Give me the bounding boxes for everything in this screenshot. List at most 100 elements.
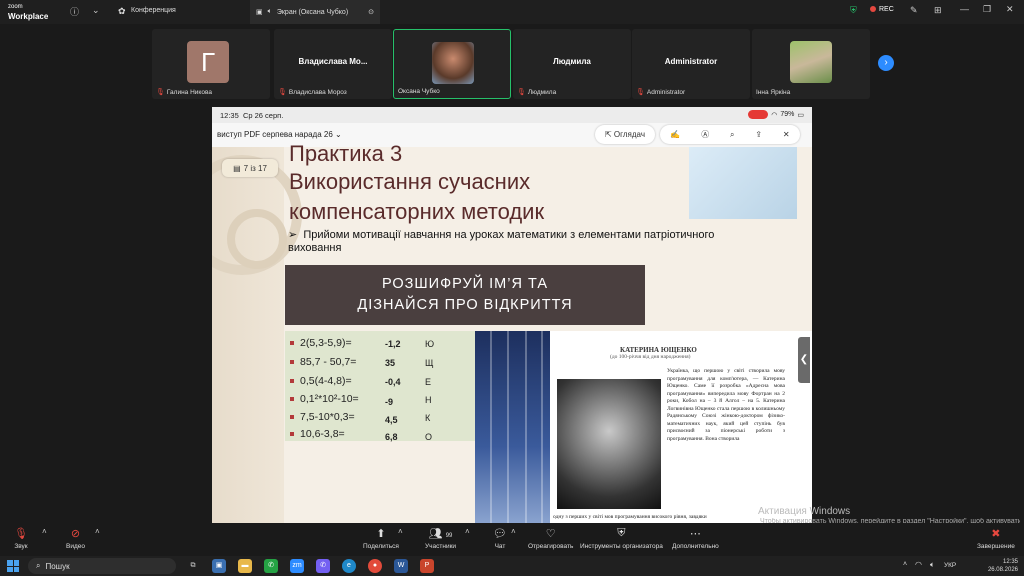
video-button[interactable]: ⊘ Видео xyxy=(66,527,85,550)
open-icon: ⇱ xyxy=(604,130,612,139)
slide: ▤ 7 із 17 Практика 3 Використання сучасни… xyxy=(212,141,812,523)
search-icon[interactable]: ⌕ xyxy=(730,130,734,140)
grid-icon[interactable]: ⊞ xyxy=(934,5,942,16)
info-icon[interactable]: ⓘ xyxy=(70,5,79,18)
taskbar-search[interactable]: ⌕ Пошук xyxy=(28,558,176,574)
chrome-icon[interactable]: ● xyxy=(368,559,382,573)
tray-chevron-icon[interactable]: ˄ xyxy=(903,561,907,568)
task-row: 85,7 - 50,7= xyxy=(290,356,356,368)
slide-bullet: ➢ Прийоми мотивації навчання на уроках м… xyxy=(288,229,758,255)
battery-level: 79% xyxy=(780,111,795,118)
share-button[interactable]: ⬆ Поделиться xyxy=(363,527,399,550)
task-row: 2(5,3-5,9)= xyxy=(290,337,352,349)
minimize-icon[interactable]: — xyxy=(960,4,969,14)
ipad-status-bar: 12:35 Ср 26 серп. ◠ 79% ▭ xyxy=(212,107,812,123)
task-view-icon[interactable]: ⧉ xyxy=(186,559,200,573)
participant-name: Галина Никова xyxy=(166,88,212,96)
page-number: 7 із 17 xyxy=(243,163,267,173)
clock[interactable]: 12:35 26.08.2026 xyxy=(988,558,1018,574)
viber-icon[interactable]: ✆ xyxy=(316,559,330,573)
share-icon[interactable]: ⇪ xyxy=(755,130,762,139)
participant-display-name: Administrator xyxy=(664,57,718,66)
participants-button[interactable]: 👥︎ 99 Участники xyxy=(425,527,456,550)
host-tools-button[interactable]: ⛨ Инструменты организатора xyxy=(580,527,663,550)
powerpoint-icon[interactable]: P xyxy=(420,559,434,573)
react-button[interactable]: ♡ Отреагировать xyxy=(528,527,573,550)
participant-display-name: Владислава Мо... xyxy=(298,57,368,66)
close-window-icon[interactable]: ✕ xyxy=(1006,4,1014,15)
screen-share-tab[interactable]: ▣ 🔈︎ Экран (Оксана Чубко) ⊙ xyxy=(250,0,380,24)
windows-start-icon[interactable] xyxy=(7,560,19,572)
slide-subtitle: Використання сучасних компенсаторних мет… xyxy=(289,169,545,224)
participant-tile-active[interactable]: Оксана Чубко xyxy=(393,29,511,99)
article-title: КАТЕРИНА ЮЩЕНКО xyxy=(620,346,697,354)
next-page-button[interactable]: › xyxy=(878,55,894,71)
page-indicator[interactable]: ▤ 7 із 17 xyxy=(222,159,278,177)
article-text: Українка, що першою у світі створила мов… xyxy=(667,368,785,442)
chevron-down-icon[interactable]: ⌄ xyxy=(92,5,100,16)
annotate-icon[interactable]: Ⓐ xyxy=(701,129,709,140)
heart-icon: ♡ xyxy=(545,528,556,540)
task-letter: О xyxy=(425,432,433,442)
volume-icon[interactable]: 🔈︎ xyxy=(930,560,935,570)
participant-tile[interactable]: Владислава Мо... 🎙︎ Владислава Мороз xyxy=(274,29,392,99)
pages-icon: ▤ xyxy=(233,163,241,173)
banner-line: РОЗШИФРУЙ ІМ’Я ТА xyxy=(381,276,548,292)
avatar xyxy=(790,41,832,83)
chat-button[interactable]: 💬︎ Чат xyxy=(493,527,507,550)
chevron-up-icon[interactable]: ˄ xyxy=(465,527,470,536)
audio-button[interactable]: 🎙︎ Звук xyxy=(14,527,28,550)
share-tab-label: Экран (Оксана Чубко) xyxy=(276,8,349,16)
chevron-up-icon[interactable]: ˄ xyxy=(95,527,100,536)
word-icon[interactable]: W xyxy=(394,559,408,573)
task-answer: 6,8 xyxy=(385,432,398,442)
restore-icon[interactable]: ❐ xyxy=(983,4,991,15)
zoom-app-icon[interactable]: zm xyxy=(290,559,304,573)
camera-off-icon: ⊘ xyxy=(70,528,81,540)
mic-muted-icon: 🎙︎ xyxy=(278,89,287,96)
task-letter: Н xyxy=(425,395,432,405)
conference-label[interactable]: Конференция xyxy=(131,7,176,14)
record-pill-icon xyxy=(748,110,769,119)
language-indicator[interactable]: УКР xyxy=(944,562,956,569)
windows-taskbar: ⌕ Пошук ⧉ ▣ ▬ ✆ zm ✆ e ● W P ˄ ◠ 🔈︎ УКР 1… xyxy=(0,556,1024,576)
article-subtitle: (до 100-річчя від дня народження) xyxy=(610,354,691,360)
task-row: 0,5(4-4,8)= xyxy=(290,375,352,387)
participant-tile[interactable]: Administrator 🎙︎ Administrator xyxy=(632,29,750,99)
more-button[interactable]: ⋯ Дополнительно xyxy=(672,527,719,550)
participants-icon: 👥︎ 99 xyxy=(428,528,453,540)
mic-muted-icon: 🎙︎ xyxy=(14,528,28,540)
toolbar-pill: ✍ Ⓐ ⌕ ⇪ ✕ xyxy=(660,125,800,144)
app-icon[interactable]: ▣ xyxy=(212,559,226,573)
chevron-up-icon[interactable]: ˄ xyxy=(511,527,516,536)
article-text-bottom: одну з перших у світі мов програмування … xyxy=(553,514,707,520)
tools-icon[interactable]: ✎ xyxy=(910,5,918,16)
mic-muted-icon: 🎙︎ xyxy=(156,89,165,96)
wifi-icon[interactable]: ◠ xyxy=(915,560,922,569)
shield-icon: ⛨ xyxy=(617,527,626,539)
edge-icon[interactable]: e xyxy=(342,559,356,573)
viewer-button[interactable]: ⇱ Оглядач xyxy=(595,125,655,144)
recording-indicator[interactable]: REC xyxy=(870,6,894,13)
battery-icon: ▭ xyxy=(797,111,804,119)
whatsapp-icon[interactable]: ✆ xyxy=(264,559,278,573)
side-panel-handle[interactable]: ❮ xyxy=(798,337,810,383)
participant-tile[interactable]: Г 🎙︎ Галина Никова xyxy=(152,29,270,99)
zoom-titlebar: zoom Workplace ⓘ ⌄ ✿ Конференция ▣ 🔈︎ Эк… xyxy=(0,0,1024,24)
participant-name: Інна Яркіна xyxy=(756,89,791,96)
close-icon[interactable]: ✕ xyxy=(783,130,790,139)
task-answer: 4,5 xyxy=(385,415,398,425)
shield-icon[interactable]: ⛨ xyxy=(850,5,857,16)
document-title[interactable]: виступ PDF серпева нарада 26 ⌄ xyxy=(217,130,342,139)
task-row: 0,1²*10²-10= xyxy=(290,393,359,405)
chevron-up-icon[interactable]: ˄ xyxy=(398,527,403,536)
more-icon[interactable]: ⊙ xyxy=(368,8,374,16)
zoom-logo: zoom Workplace xyxy=(8,4,49,21)
speaker-icon: 🔈︎ xyxy=(267,8,272,15)
end-meeting-button[interactable]: ✖ Завершение xyxy=(977,527,1015,550)
chevron-up-icon[interactable]: ˄ xyxy=(42,527,47,536)
file-explorer-icon[interactable]: ▬ xyxy=(238,559,252,573)
markup-icon[interactable]: ✍ xyxy=(670,130,680,139)
participant-tile[interactable]: Людмила 🎙︎ Людмила xyxy=(513,29,631,99)
participant-tile[interactable]: Інна Яркіна xyxy=(752,29,870,99)
